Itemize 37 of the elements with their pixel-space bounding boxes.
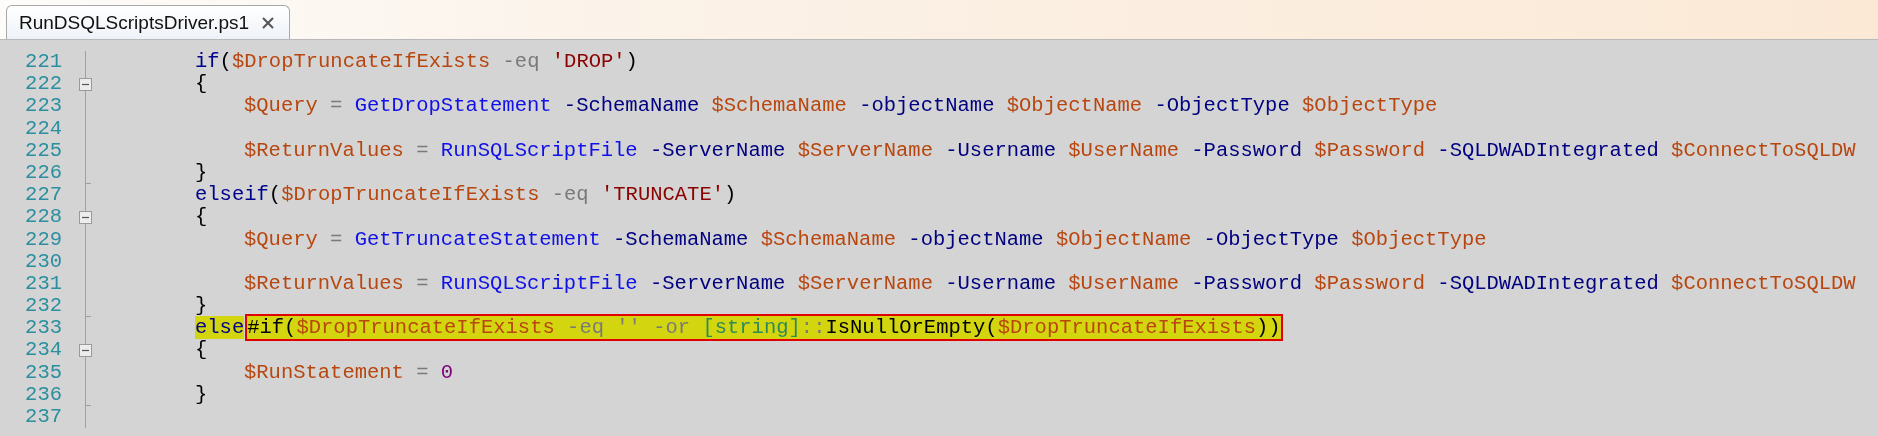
file-tab[interactable]: RunDSQLScriptsDriver.ps1 xyxy=(6,5,291,39)
code-line: elseif($DropTruncateIfExists -eq 'TRUNCATE') xyxy=(194,184,738,207)
line-number: 232 xyxy=(24,295,62,318)
line-number: 226 xyxy=(24,161,62,185)
line-number: 224 xyxy=(24,117,62,140)
code-line: { xyxy=(194,73,209,96)
code-line: { xyxy=(194,206,209,229)
code-line: $ReturnValues = RunSQLScriptFile -ServerName $ServerName -Username $UserName -Password $Password -SQLDWADIntegrated $ConnectToSQLDW xyxy=(243,272,1857,296)
code-line: } xyxy=(194,161,209,185)
code-line: $RunStatement = 0 xyxy=(243,361,455,384)
line-number: 234 xyxy=(24,339,62,362)
line-number: 233 xyxy=(24,317,62,340)
code-line: $ReturnValues = RunSQLScriptFile -ServerName $ServerName -Username $UserName -Password $Password -SQLDWADIntegrated $ConnectToSQLDW xyxy=(243,139,1857,162)
line-number: 231 xyxy=(24,272,62,296)
code-line: $Query = GetTruncateStatement -SchemaName $SchemaName -objectName $ObjectName -ObjectType $ObjectType xyxy=(243,228,1488,251)
code-line: } xyxy=(194,383,209,406)
code-line: if($DropTruncateIfExists -eq 'DROP') xyxy=(194,51,639,74)
line-number: 221 xyxy=(24,51,62,74)
line-number: 237 xyxy=(24,406,62,429)
code-line: } xyxy=(194,295,209,318)
line-number: 230 xyxy=(24,250,62,273)
outlined-selection: #if($DropTruncateIfExists -eq '' -or [string]::IsNullOrEmpty($DropTruncateIfExists)) xyxy=(247,316,1281,340)
line-number: 223 xyxy=(24,95,62,118)
line-number: 225 xyxy=(24,139,62,162)
collapse-icon[interactable] xyxy=(79,78,92,92)
close-icon[interactable] xyxy=(261,15,276,30)
collapse-icon[interactable] xyxy=(79,344,92,358)
line-number: 236 xyxy=(24,383,62,406)
line-number: 227 xyxy=(24,184,62,207)
line-number: 228 xyxy=(24,206,62,229)
collapse-icon[interactable] xyxy=(79,211,92,225)
line-number: 229 xyxy=(24,228,62,251)
highlighted-text: else xyxy=(195,316,245,340)
code-line: $Query = GetDropStatement -SchemaName $SchemaName -objectName $ObjectName -ObjectType $ObjectType xyxy=(243,95,1439,118)
line-number: 235 xyxy=(24,361,62,384)
code-line: { xyxy=(194,339,209,362)
line-number: 222 xyxy=(24,73,62,96)
